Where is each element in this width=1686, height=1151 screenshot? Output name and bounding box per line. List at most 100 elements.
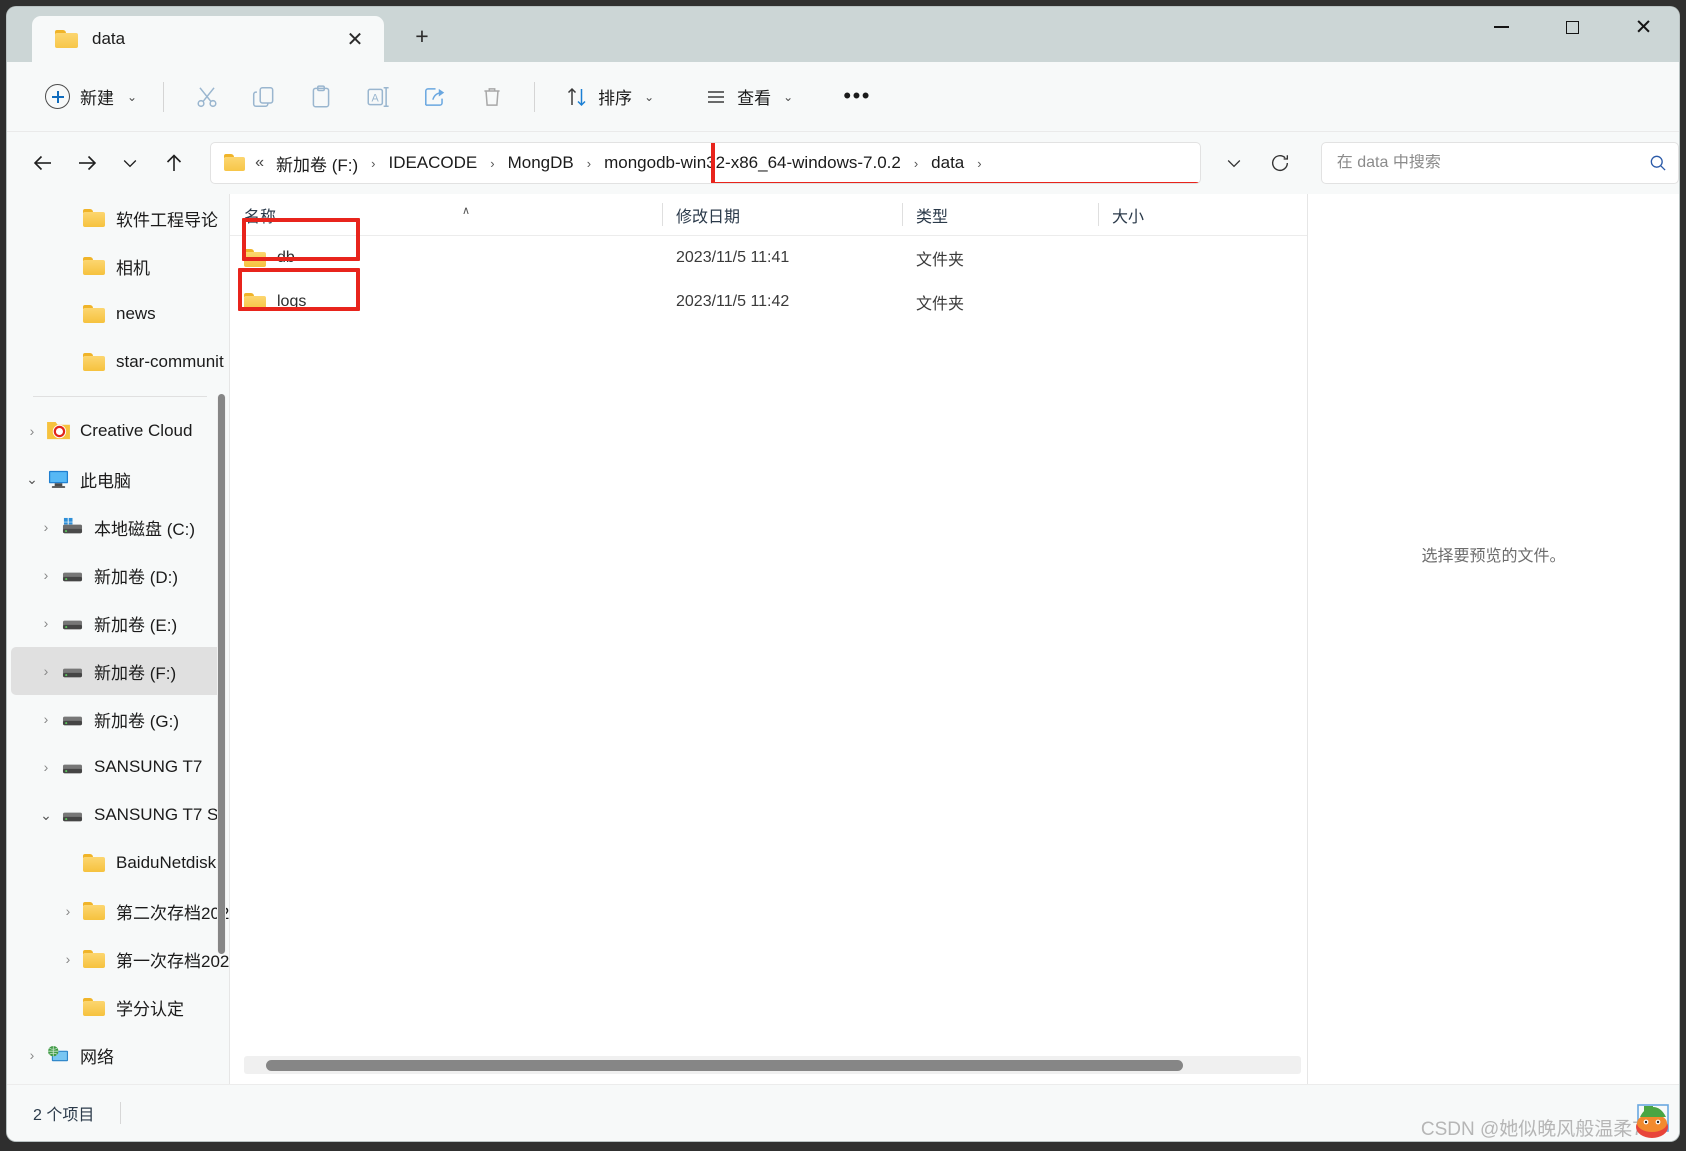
- chevron-right-icon[interactable]: ›: [55, 903, 81, 919]
- column-header-type[interactable]: 类型: [902, 194, 1098, 235]
- back-button[interactable]: [21, 141, 65, 185]
- breadcrumb-overflow-icon[interactable]: «: [255, 154, 264, 172]
- tab-data[interactable]: data ✕: [32, 16, 384, 62]
- file-explorer-window: data ✕ + ✕ 新建 ⌄ A 排序 ⌄ 查看 ⌄ ••• « 新加卷 (F…: [7, 7, 1679, 1141]
- chevron-right-icon[interactable]: ›: [19, 423, 45, 439]
- sidebar-item-12[interactable]: › SANSUNG T7: [11, 743, 225, 791]
- folder-icon: [82, 257, 106, 275]
- breadcrumb-item-4[interactable]: data: [926, 150, 969, 176]
- breadcrumb[interactable]: « 新加卷 (F:) › IDEACODE › MongDB › mongodb…: [210, 142, 1201, 184]
- breadcrumb-item-1[interactable]: IDEACODE: [383, 150, 482, 176]
- sidebar-item-2[interactable]: news: [11, 290, 225, 338]
- maximize-icon: [1566, 20, 1579, 34]
- rename-button[interactable]: A: [349, 75, 406, 119]
- chevron-down-icon[interactable]: ⌄: [33, 807, 59, 824]
- table-row[interactable]: db 2023/11/5 11:41 文件夹: [230, 236, 1307, 280]
- chevron-right-icon[interactable]: ›: [33, 759, 59, 775]
- sidebar-item-15[interactable]: › 第二次存档202: [11, 887, 229, 935]
- svg-text:A: A: [371, 92, 379, 104]
- chevron-right-icon[interactable]: ›: [33, 711, 59, 727]
- file-list-pane[interactable]: 名称 ∧ 修改日期 类型 大小 db 2023/11/5 11:41 文件夹 logs…: [229, 194, 1307, 1084]
- cut-button[interactable]: [178, 75, 235, 119]
- up-button[interactable]: [152, 141, 196, 185]
- sidebar-item-16[interactable]: › 第一次存档202: [11, 935, 229, 983]
- chevron-right-icon[interactable]: ›: [33, 615, 59, 631]
- search-input[interactable]: [1336, 154, 1649, 172]
- search-box[interactable]: [1320, 142, 1679, 184]
- more-options-button[interactable]: •••: [831, 75, 883, 119]
- sidebar-item-5[interactable]: › Creative Cloud: [11, 407, 225, 455]
- chevron-right-icon[interactable]: ›: [19, 1047, 45, 1063]
- breadcrumb-separator: ›: [586, 155, 592, 171]
- new-button[interactable]: 新建 ⌄: [33, 76, 149, 118]
- view-label: 查看: [737, 89, 772, 108]
- sidebar-scrollbar[interactable]: [217, 394, 226, 954]
- forward-arrow-icon: [78, 155, 96, 171]
- sidebar-item-7[interactable]: › 本地磁盘 (C:): [11, 503, 225, 551]
- close-window-button[interactable]: ✕: [1608, 7, 1679, 47]
- chevron-right-icon[interactable]: ›: [55, 951, 81, 967]
- breadcrumb-item-0[interactable]: 新加卷 (F:): [271, 148, 363, 179]
- table-row[interactable]: logs 2023/11/5 11:42 文件夹: [230, 280, 1307, 324]
- sidebar-item-13[interactable]: ⌄ SANSUNG T7 S: [11, 791, 225, 839]
- column-header-date[interactable]: 修改日期: [662, 194, 902, 235]
- close-tab-icon[interactable]: ✕: [340, 25, 370, 55]
- sort-button[interactable]: 排序 ⌄: [553, 75, 666, 119]
- toolbar-divider: [163, 81, 165, 112]
- breadcrumb-item-3[interactable]: mongodb-win32-x86_64-windows-7.0.2: [599, 150, 906, 176]
- column-header-name-label: 名称: [244, 208, 277, 226]
- paste-button[interactable]: [292, 75, 349, 119]
- cell-type: 文件夹: [902, 290, 1098, 314]
- cell-type-label: 文件夹: [916, 296, 965, 313]
- sidebar-item-label: 此电脑: [80, 471, 131, 491]
- sidebar-item-6[interactable]: ⌄ 此电脑: [11, 455, 225, 503]
- sidebar-item-label: 新加卷 (E:): [94, 615, 178, 635]
- sidebar-item-label: 第一次存档202: [116, 951, 229, 971]
- sidebar-item-17[interactable]: 学分认定: [11, 983, 225, 1031]
- screenshot-root: data ✕ + ✕ 新建 ⌄ A 排序 ⌄ 查看 ⌄ ••• « 新加卷 (F…: [0, 0, 1686, 1151]
- chevron-right-icon[interactable]: ›: [33, 567, 59, 583]
- horizontal-scrollbar[interactable]: [244, 1056, 1301, 1074]
- chevron-down-icon[interactable]: ⌄: [19, 471, 45, 488]
- chevron-right-icon[interactable]: ›: [33, 663, 59, 679]
- folder-icon-wrap: [81, 854, 107, 872]
- navigation-pane[interactable]: 软件工程导论 相机 news star-communit › Creative Cloud…: [7, 194, 229, 1084]
- this-pc-icon-wrap: [45, 469, 71, 489]
- sidebar-item-18[interactable]: › 网络: [11, 1031, 225, 1079]
- share-button[interactable]: [406, 75, 463, 119]
- chevron-right-icon[interactable]: ›: [33, 519, 59, 535]
- maximize-button[interactable]: [1537, 7, 1608, 47]
- forward-button[interactable]: [65, 141, 109, 185]
- minimize-button[interactable]: [1466, 7, 1537, 47]
- sidebar-item-10[interactable]: › 新加卷 (F:): [11, 647, 225, 695]
- horizontal-scrollbar-thumb[interactable]: [266, 1060, 1183, 1071]
- copy-icon: [252, 86, 273, 107]
- sidebar-item-1[interactable]: 相机: [11, 242, 225, 290]
- sidebar-item-3[interactable]: star-communit: [11, 338, 225, 386]
- status-divider: [120, 1102, 122, 1124]
- sort-ascending-icon: ∧: [462, 205, 471, 217]
- address-bar-row: « 新加卷 (F:) › IDEACODE › MongDB › mongodb…: [7, 132, 1679, 194]
- recent-locations-button[interactable]: [109, 141, 153, 185]
- sidebar-item-11[interactable]: › 新加卷 (G:): [11, 695, 225, 743]
- sidebar-item-0[interactable]: 软件工程导论: [11, 194, 225, 242]
- breadcrumb-separator: ›: [490, 155, 495, 171]
- new-tab-button[interactable]: +: [405, 21, 439, 51]
- column-header-name[interactable]: 名称 ∧: [230, 194, 662, 235]
- sidebar-item-14[interactable]: BaiduNetdisk: [11, 839, 225, 887]
- refresh-button[interactable]: [1257, 142, 1303, 184]
- system-drive-icon-wrap: [59, 517, 85, 537]
- address-history-button[interactable]: [1211, 142, 1257, 184]
- sidebar-scrollbar-thumb[interactable]: [218, 394, 225, 954]
- column-header-size[interactable]: 大小: [1098, 194, 1238, 235]
- folder-icon-wrap: [81, 305, 107, 323]
- status-bar: 2 个项目: [7, 1084, 1679, 1141]
- delete-button[interactable]: [463, 75, 520, 119]
- breadcrumb-item-2[interactable]: MongDB: [503, 150, 579, 176]
- copy-button[interactable]: [235, 75, 292, 119]
- sidebar-item-9[interactable]: › 新加卷 (E:): [11, 599, 225, 647]
- drive-icon: [62, 716, 82, 726]
- sidebar-item-label: 第二次存档202: [116, 903, 229, 923]
- view-button[interactable]: 查看 ⌄: [692, 75, 805, 119]
- sidebar-item-8[interactable]: › 新加卷 (D:): [11, 551, 225, 599]
